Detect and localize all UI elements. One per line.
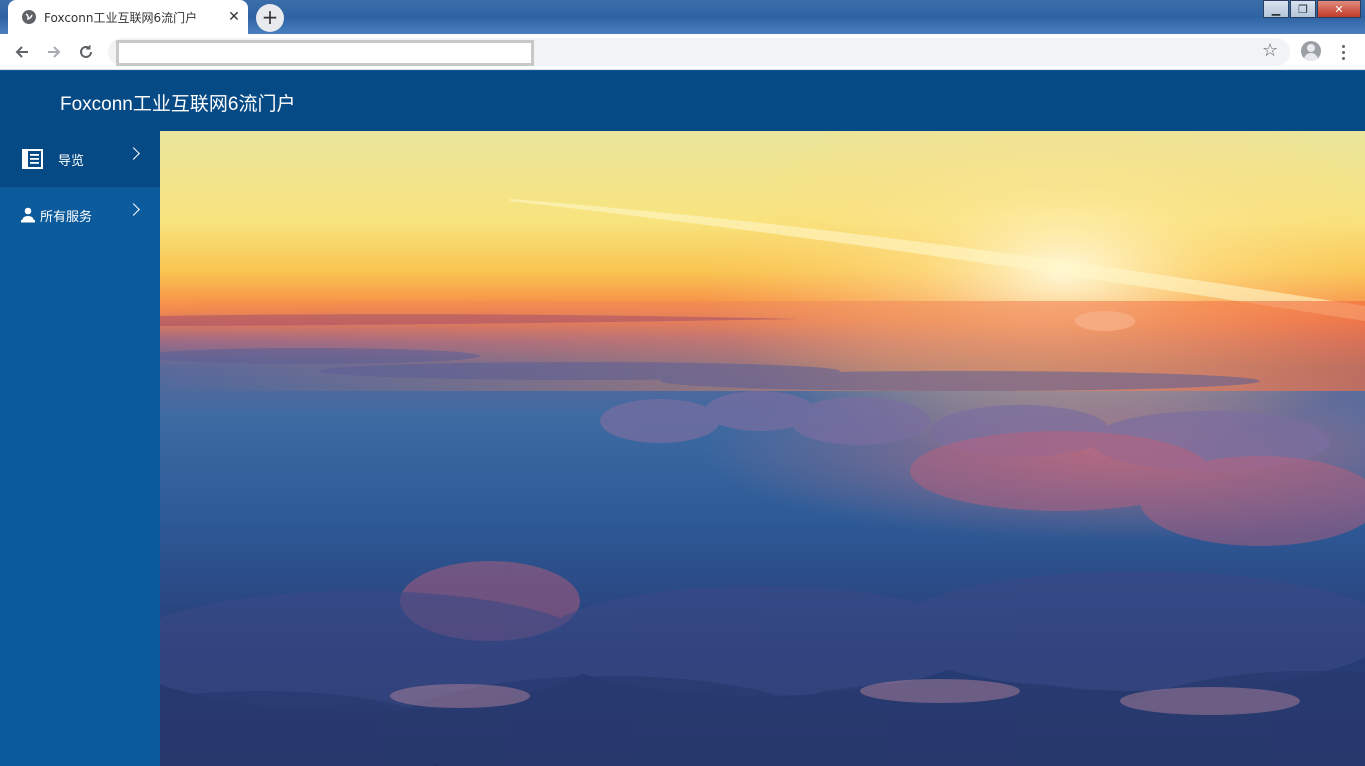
close-window-button[interactable]: ✕ <box>1317 0 1361 18</box>
new-tab-button[interactable]: + <box>256 4 284 32</box>
app-header: Foxconn工业互联网6流门户 <box>0 71 1365 131</box>
document-list-icon <box>21 148 43 170</box>
bookmark-star-icon[interactable]: ☆ <box>1262 40 1278 61</box>
chevron-right-icon <box>127 203 140 216</box>
address-input[interactable] <box>116 40 534 66</box>
tab-title: Foxconn工业互联网6流门户 <box>44 10 198 25</box>
sidebar-item-overview[interactable]: 导览 <box>0 131 160 187</box>
reload-button[interactable] <box>74 40 98 64</box>
browser-title-bar: Foxconn工业互联网6流门户 ✕ + ▁ ❐ ✕ <box>0 0 1365 34</box>
browser-tab[interactable]: Foxconn工业互联网6流门户 ✕ <box>8 0 248 34</box>
omnibox[interactable] <box>108 38 1290 66</box>
minimize-button[interactable]: ▁ <box>1263 0 1289 18</box>
browser-menu-icon[interactable] <box>1338 40 1348 64</box>
user-service-icon <box>21 207 35 223</box>
app-title: Foxconn工业互联网6流门户 <box>60 94 296 115</box>
sidebar-item-label: 导览 <box>58 153 85 169</box>
forward-button[interactable] <box>42 40 66 64</box>
chevron-right-icon <box>127 147 140 160</box>
sidebar-item-all-services[interactable]: 所有服务 <box>0 187 160 243</box>
hero-background-image <box>160 131 1365 766</box>
globe-icon <box>22 10 36 24</box>
browser-toolbar: ☆ <box>0 34 1365 70</box>
sunset-clouds-illustration <box>160 131 1365 766</box>
forward-arrow-icon <box>48 46 61 58</box>
sidebar: 导览 所有服务 <box>0 131 160 766</box>
profile-avatar-icon[interactable] <box>1301 41 1321 61</box>
back-button[interactable] <box>10 40 34 64</box>
back-arrow-icon <box>15 46 28 58</box>
reload-icon <box>80 45 92 58</box>
close-tab-icon[interactable]: ✕ <box>226 9 242 25</box>
window-controls: ▁ ❐ ✕ <box>1262 0 1361 18</box>
sidebar-item-label: 所有服务 <box>40 209 93 225</box>
restore-button[interactable]: ❐ <box>1290 0 1316 18</box>
